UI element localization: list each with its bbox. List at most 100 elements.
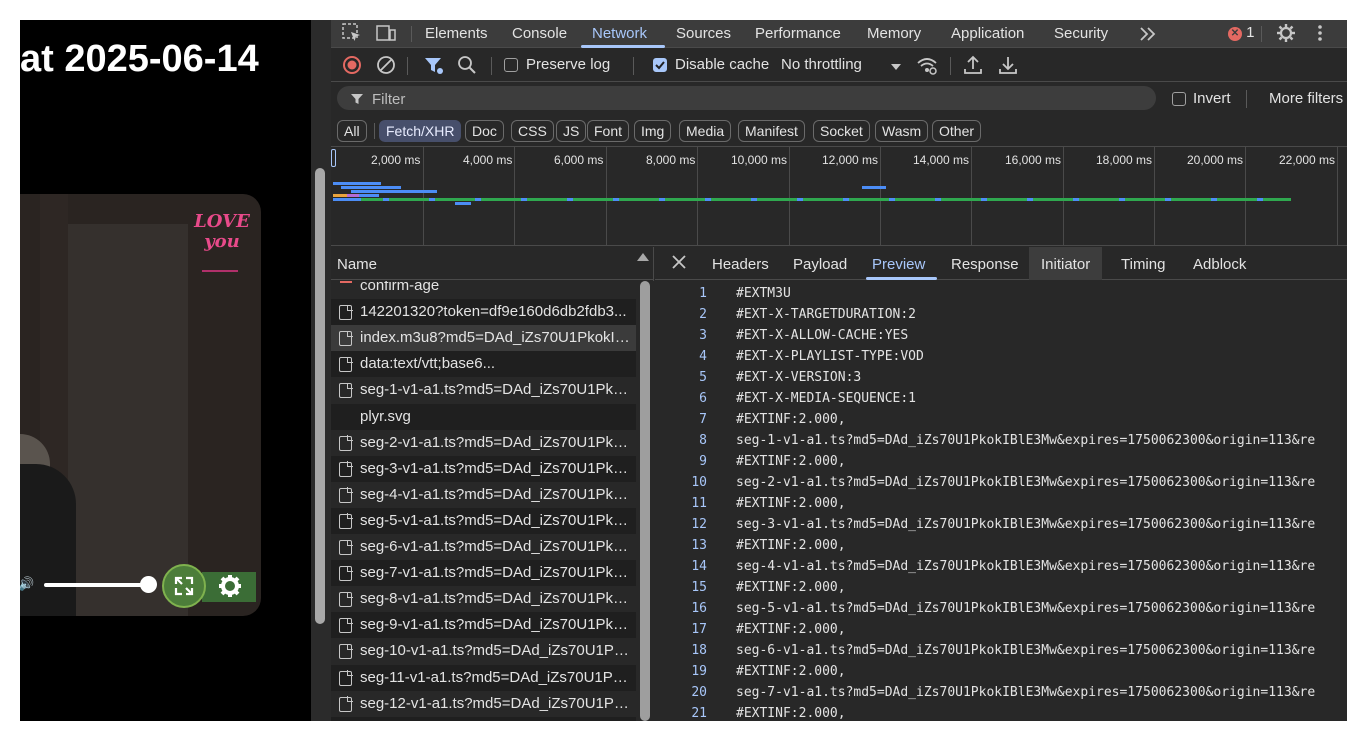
error-count-badge[interactable]: ✕ 1: [1228, 24, 1255, 44]
request-row[interactable]: seg-3-v1-a1.ts?md5=DAd_iZs70U1Pko...: [331, 455, 636, 482]
request-row[interactable]: seg-4-v1-a1.ts?md5=DAd_iZs70U1Pko...: [331, 481, 636, 508]
type-filter-manifest[interactable]: Manifest: [738, 120, 805, 142]
type-filter-fetch-xhr[interactable]: Fetch/XHR: [379, 120, 462, 142]
timeline-range-handle[interactable]: [331, 149, 336, 167]
line-number: 18: [691, 643, 707, 658]
name-column-header[interactable]: Name: [331, 247, 654, 280]
clear-icon[interactable]: [375, 54, 397, 76]
tab-preview[interactable]: Preview: [872, 247, 925, 280]
chevron-double-right-icon[interactable]: [1137, 23, 1161, 47]
request-row[interactable]: data:text/vtt;base6...: [331, 351, 636, 378]
tab-network[interactable]: Network: [592, 20, 647, 48]
page-scrollbar-thumb[interactable]: [315, 168, 325, 624]
search-icon[interactable]: [456, 54, 478, 76]
type-filter-font[interactable]: Font: [587, 120, 630, 142]
more-options-icon[interactable]: [1309, 22, 1333, 46]
record-stop-icon[interactable]: [341, 54, 363, 76]
request-row[interactable]: plyr.svg: [331, 403, 636, 430]
tab-elements[interactable]: Elements: [425, 20, 488, 48]
volume-slider[interactable]: [44, 583, 148, 587]
type-filter-doc[interactable]: Doc: [465, 120, 504, 142]
request-row[interactable]: confirm-age: [331, 281, 636, 299]
line-number: 19: [691, 664, 707, 679]
filter-placeholder[interactable]: Filter: [372, 91, 405, 108]
page-title: at 2025-06-14: [20, 38, 259, 80]
more-filters-dropdown[interactable]: More filters: [1269, 90, 1343, 107]
watermark-logo-underline: [202, 270, 238, 272]
watermark-logo-text: you: [204, 231, 240, 252]
disable-cache-checkbox[interactable]: [653, 58, 667, 72]
request-row[interactable]: seg-1-v1-a1.ts?md5=DAd_iZs70U1Pko...: [331, 377, 636, 404]
divider: [950, 57, 951, 75]
tab-security[interactable]: Security: [1054, 20, 1108, 48]
request-row[interactable]: seg-5-v1-a1.ts?md5=DAd_iZs70U1Pko...: [331, 507, 636, 534]
request-row[interactable]: index.m3u8?md5=DAd_iZs70U1PkokIBl...: [331, 325, 636, 352]
tab-sources[interactable]: Sources: [676, 20, 731, 48]
throttling-select[interactable]: No throttling: [781, 56, 862, 73]
volume-slider-thumb[interactable]: [140, 576, 157, 593]
fullscreen-button[interactable]: [162, 564, 206, 608]
code-line: 16 seg-5-v1-a1.ts?md5=DAd_iZs70U1PkokIBlE…: [655, 599, 1347, 620]
request-list-scrollbar-thumb[interactable]: [640, 281, 650, 721]
request-row[interactable]: 142201320?token=df9e160d6db2fdb3...: [331, 299, 636, 326]
inspect-element-icon[interactable]: [341, 22, 365, 46]
network-conditions-icon[interactable]: [916, 54, 938, 76]
response-preview[interactable]: 1 #EXTM3U 2 #EXT-X-TARGETDURATION:2 3 #EXT-X-…: [655, 281, 1347, 721]
request-list-scrollbar[interactable]: [636, 281, 654, 721]
type-filter-wasm[interactable]: Wasm: [875, 120, 929, 142]
tab-performance[interactable]: Performance: [755, 20, 841, 48]
chevron-down-icon[interactable]: [891, 64, 901, 70]
volume-icon[interactable]: 🔊: [20, 576, 34, 592]
player-settings-button[interactable]: [216, 572, 244, 600]
type-filter-media[interactable]: Media: [679, 120, 732, 142]
type-filter-socket[interactable]: Socket: [813, 120, 870, 142]
tab-response[interactable]: Response: [951, 247, 1019, 280]
type-filter-img[interactable]: Img: [634, 120, 672, 142]
filter-funnel-icon[interactable]: [422, 54, 444, 76]
download-icon[interactable]: [997, 54, 1019, 76]
line-number: 20: [691, 685, 707, 700]
code-line: 10 seg-2-v1-a1.ts?md5=DAd_iZs70U1PkokIBlE…: [655, 473, 1347, 494]
type-filter-css[interactable]: CSS: [511, 120, 554, 142]
video-player[interactable]: LOVE you 🔊: [20, 194, 261, 616]
timeline-request-bar: [351, 190, 437, 193]
tab-memory[interactable]: Memory: [867, 20, 921, 48]
tab-payload[interactable]: Payload: [793, 247, 847, 280]
active-tab-indicator: [866, 277, 937, 280]
line-number: 5: [699, 370, 707, 385]
tab-adblock[interactable]: Adblock: [1193, 247, 1246, 280]
tab-application[interactable]: Application: [951, 20, 1024, 48]
request-row[interactable]: seg-11-v1-a1.ts?md5=DAd_iZs70U1Pk...: [331, 664, 636, 691]
preserve-log-checkbox[interactable]: [504, 58, 518, 72]
network-overview-timeline[interactable]: 2,000 ms 4,000 ms 6,000 ms 8,000 ms 10,0…: [331, 147, 1347, 246]
page-scrollbar[interactable]: [311, 20, 331, 721]
invert-label[interactable]: Invert: [1193, 90, 1231, 107]
request-row[interactable]: seg-7-v1-a1.ts?md5=DAd_iZs70U1Pko...: [331, 560, 636, 587]
device-toolbar-icon[interactable]: [375, 22, 399, 46]
request-row[interactable]: seg-6-v1-a1.ts?md5=DAd_iZs70U1Pko...: [331, 534, 636, 560]
request-row[interactable]: seg-12-v1-a1.ts?md5=DAd_iZs70U1Pk...: [331, 690, 636, 717]
type-filter-other[interactable]: Other: [932, 120, 982, 142]
request-row[interactable]: seg-10-v1-a1.ts?md5=DAd_iZs70U1Pk...: [331, 638, 636, 665]
request-row[interactable]: seg-8-v1-a1.ts?md5=DAd_iZs70U1Pko...: [331, 586, 636, 613]
code-text: seg-7-v1-a1.ts?md5=DAd_iZs70U1PkokIBlE3M…: [736, 685, 1316, 700]
gear-icon[interactable]: [1275, 22, 1299, 46]
request-row[interactable]: seg-2-v1-a1.ts?md5=DAd_iZs70U1Pko...: [331, 429, 636, 456]
invert-checkbox[interactable]: [1172, 92, 1186, 106]
upload-icon[interactable]: [962, 54, 984, 76]
disable-cache-label[interactable]: Disable cache: [675, 56, 769, 73]
tab-console[interactable]: Console: [512, 20, 567, 48]
request-row[interactable]: seg-9-v1-a1.ts?md5=DAd_iZs70U1Pko...: [331, 612, 636, 639]
type-filter-js[interactable]: JS: [556, 120, 587, 142]
request-list-panel: Name confirm-age 142201320?token=df9e160d…: [331, 247, 654, 721]
tab-initiator[interactable]: Initiator: [1029, 247, 1103, 280]
tab-timing[interactable]: Timing: [1121, 247, 1165, 280]
preserve-log-label[interactable]: Preserve log: [526, 56, 610, 73]
filter-input[interactable]: [337, 86, 1156, 110]
sort-ascending-icon[interactable]: [637, 253, 649, 261]
tab-headers[interactable]: Headers: [712, 247, 769, 280]
close-icon[interactable]: [670, 253, 688, 271]
type-filter-all[interactable]: All: [337, 120, 367, 142]
code-text: seg-5-v1-a1.ts?md5=DAd_iZs70U1PkokIBlE3M…: [736, 601, 1316, 616]
request-row[interactable]: seg-13-v1-a1.ts?md5=DAd_iZs70U1Pk...: [331, 716, 636, 721]
